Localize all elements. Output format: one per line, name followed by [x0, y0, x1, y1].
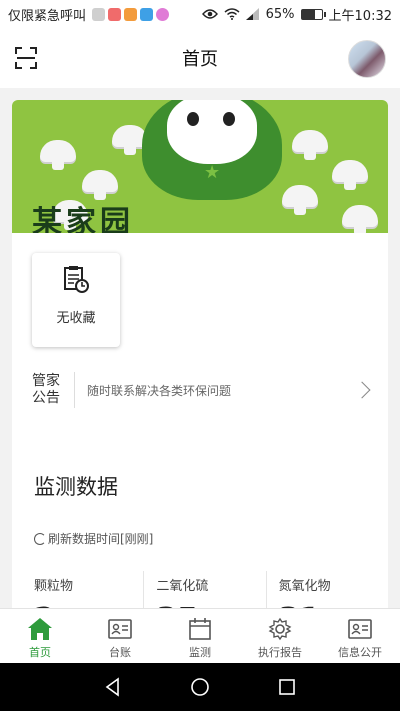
favorites-label: 无收藏	[56, 311, 96, 326]
id-card-icon	[348, 619, 372, 639]
refresh-row[interactable]: 刷新数据时间[刚刚]	[34, 530, 153, 547]
metric-item[interactable]: 氮氧化物 31	[265, 571, 388, 608]
tab-label: 台账	[109, 646, 131, 659]
metric-item[interactable]: 颗粒物 2	[12, 571, 143, 608]
tab-home[interactable]: 首页	[0, 609, 80, 663]
app-notification-icon	[108, 7, 122, 21]
notice-text: 随时联系解决各类环保问题	[87, 383, 232, 398]
app-header: 首页	[0, 28, 400, 88]
main-content: ★ 某家园 无收藏 管家公告 随时联系解决各类环保问题 监测数据 刷新数据时间[	[0, 88, 400, 608]
app-notification-icon	[156, 7, 170, 21]
tab-ledger[interactable]: 台账	[80, 609, 160, 663]
tab-label: 执行报告	[258, 646, 302, 659]
chevron-right-icon	[353, 381, 371, 399]
refresh-icon	[34, 532, 46, 545]
calendar-icon	[189, 618, 211, 640]
notice-tag: 管家公告	[32, 373, 60, 406]
monitor-title: 监测数据	[34, 475, 118, 499]
tab-report[interactable]: 执行报告	[240, 609, 320, 663]
home-icon	[28, 618, 52, 640]
back-icon[interactable]	[103, 677, 123, 697]
signal-icon	[245, 8, 259, 20]
bottom-tab-bar: 首页 台账 监测 执行报告 信息公开	[0, 608, 400, 663]
home-banner[interactable]: ★ 某家园	[12, 100, 388, 233]
metric-label: 氮氧化物	[278, 579, 331, 594]
metric-label: 二氧化硫	[156, 579, 209, 594]
page-title: 首页	[182, 49, 218, 70]
wifi-icon	[224, 8, 240, 20]
battery-percent: 65%	[265, 6, 295, 22]
tab-label: 监测	[189, 646, 211, 659]
tab-info[interactable]: 信息公开	[320, 609, 400, 663]
mushroom-decoration	[282, 185, 318, 215]
tab-monitor[interactable]: 监测	[160, 609, 240, 663]
metrics-row: 颗粒物 2 二氧化硫 35 氮氧化物 31	[12, 571, 388, 608]
recents-icon[interactable]	[277, 677, 297, 697]
system-nav-bar	[0, 663, 400, 711]
id-card-icon	[108, 619, 132, 639]
refresh-label: 刷新数据时间[刚刚]	[48, 532, 154, 546]
app-notification-icon	[92, 7, 106, 21]
tab-label: 信息公开	[338, 646, 382, 659]
tab-label: 首页	[29, 646, 51, 659]
app-notification-icon	[140, 7, 154, 21]
favorites-button[interactable]: 无收藏	[32, 253, 120, 347]
user-avatar[interactable]	[348, 40, 386, 78]
mushroom-decoration	[332, 160, 368, 190]
notification-icons	[92, 7, 170, 21]
banner-title: 某家园	[32, 205, 134, 233]
gear-icon	[268, 617, 292, 641]
home-circle-icon[interactable]	[190, 677, 210, 697]
scan-icon[interactable]	[14, 46, 38, 70]
carrier-label: 仅限紧急呼叫	[8, 8, 87, 24]
mushroom-decoration	[40, 140, 76, 170]
divider	[74, 372, 75, 408]
status-bar: 仅限紧急呼叫 65% 上午10:32	[0, 0, 400, 28]
clock: 上午10:32	[328, 8, 392, 24]
metric-item[interactable]: 二氧化硫 35	[143, 571, 265, 608]
clipboard-icon	[64, 266, 89, 293]
battery-icon	[300, 8, 326, 20]
monitor-card: 监测数据 刷新数据时间[刚刚] 颗粒物 2 二氧化硫 35 氮氧化物 31	[12, 435, 388, 608]
mascot-illustration: ★	[142, 100, 282, 200]
notice-row[interactable]: 管家公告 随时联系解决各类环保问题	[32, 370, 372, 410]
mushroom-decoration	[292, 130, 328, 160]
mushroom-decoration	[82, 170, 118, 200]
app-notification-icon	[124, 7, 138, 21]
eye-icon	[201, 9, 218, 19]
mushroom-decoration	[342, 205, 378, 233]
metric-label: 颗粒物	[34, 579, 74, 594]
